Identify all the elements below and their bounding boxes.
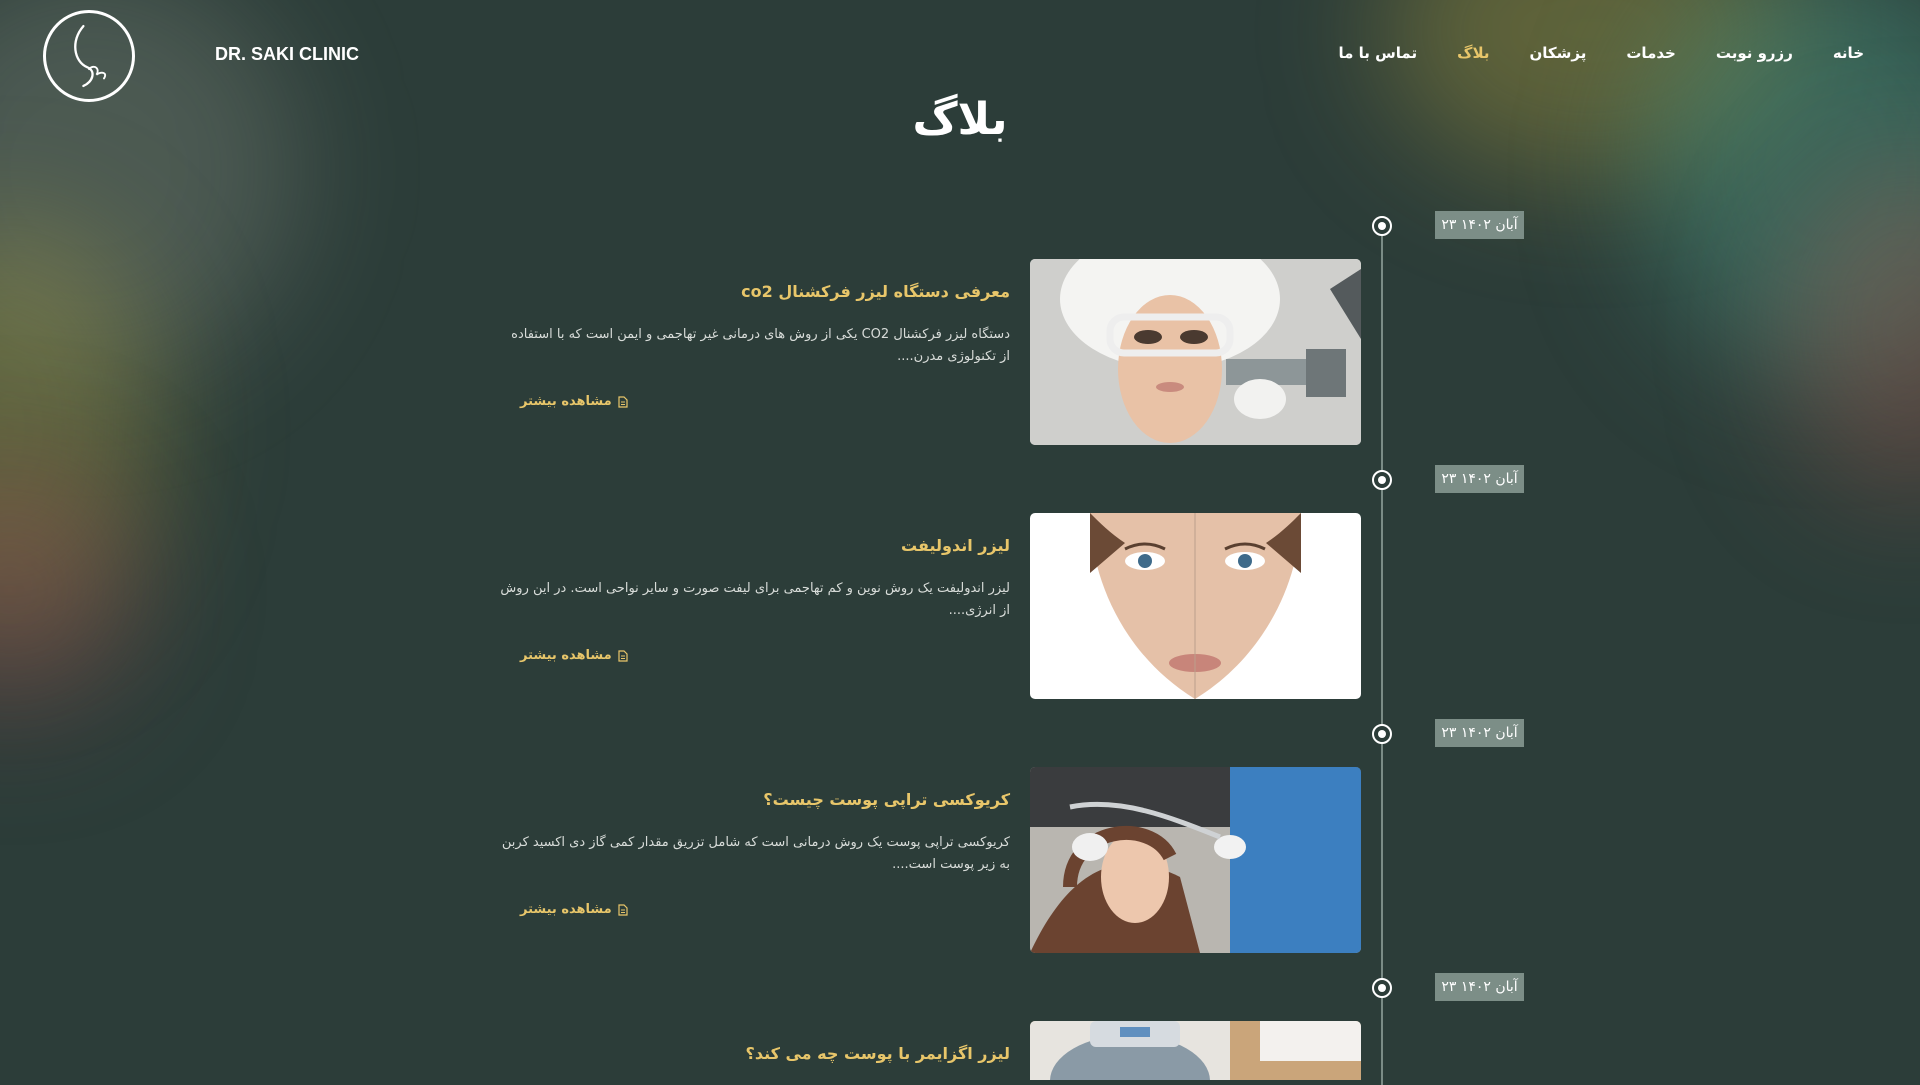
brand-name[interactable]: DR. SAKI CLINIC	[215, 44, 359, 65]
timeline-dot	[1372, 724, 1392, 744]
timeline-dot	[1372, 216, 1392, 236]
excimer-laser-image	[1030, 1021, 1361, 1080]
post-title[interactable]: کریوکسی تراپی پوست چیست؟	[490, 790, 1010, 809]
read-more-link[interactable]: مشاهده بیشتر	[520, 394, 628, 409]
nav-item-doctors[interactable]: پزشکان	[1529, 44, 1586, 62]
post-excerpt: دستگاه لیزر فرکشنال CO2 یکی از روش های د…	[511, 327, 1010, 364]
post-thumbnail[interactable]	[1030, 259, 1361, 445]
post-thumbnail[interactable]	[1030, 513, 1361, 699]
post-title[interactable]: معرفی دستگاه لیزر فرکشنال co2	[490, 282, 1010, 301]
post-date-badge: ۲۳ آبان ۱۴۰۲	[1435, 211, 1524, 239]
post-thumbnail[interactable]	[1030, 767, 1361, 953]
post-date-badge: ۲۳ آبان ۱۴۰۲	[1435, 465, 1524, 493]
read-more-label: مشاهده بیشتر	[520, 648, 612, 663]
document-icon	[618, 395, 628, 408]
cryotherapy-image	[1030, 767, 1361, 953]
logo-signature-icon	[74, 24, 107, 88]
post-title[interactable]: لیزر اگزایمر با پوست چه می کند؟	[490, 1044, 1010, 1063]
timeline-dot	[1372, 978, 1392, 998]
nav-item-blog[interactable]: بلاگ	[1457, 44, 1489, 62]
post-excerpt: لیزر اندولیفت یک روش نوین و کم تهاجمی بر…	[500, 581, 1010, 618]
document-icon	[618, 903, 628, 916]
nav-item-home[interactable]: خانه	[1833, 44, 1864, 62]
page-title: بلاگ	[912, 94, 1008, 145]
read-more-link[interactable]: مشاهده بیشتر	[520, 648, 628, 663]
post-date-badge: ۲۳ آبان ۱۴۰۲	[1435, 973, 1524, 1001]
clinic-logo[interactable]	[43, 10, 135, 102]
nav-item-services[interactable]: خدمات	[1626, 44, 1675, 62]
face-comparison-image	[1030, 513, 1361, 699]
post-date-badge: ۲۳ آبان ۱۴۰۲	[1435, 719, 1524, 747]
post-thumbnail[interactable]	[1030, 1021, 1361, 1080]
timeline-dot	[1372, 470, 1392, 490]
timeline-line	[1381, 225, 1383, 1085]
document-icon	[618, 649, 628, 662]
main-nav: خانه رزرو نوبت خدمات پزشکان بلاگ تماس با…	[1338, 44, 1864, 62]
nav-item-booking[interactable]: رزرو نوبت	[1716, 44, 1793, 62]
read-more-link[interactable]: مشاهده بیشتر	[520, 902, 628, 917]
post-excerpt: کریوکسی تراپی پوست یک روش درمانی است که …	[501, 835, 1010, 872]
post-title[interactable]: لیزر اندولیفت	[490, 536, 1010, 555]
laser-treatment-image	[1030, 259, 1361, 445]
read-more-label: مشاهده بیشتر	[520, 902, 612, 917]
nav-item-contact[interactable]: تماس با ما	[1338, 44, 1417, 62]
read-more-label: مشاهده بیشتر	[520, 394, 612, 409]
